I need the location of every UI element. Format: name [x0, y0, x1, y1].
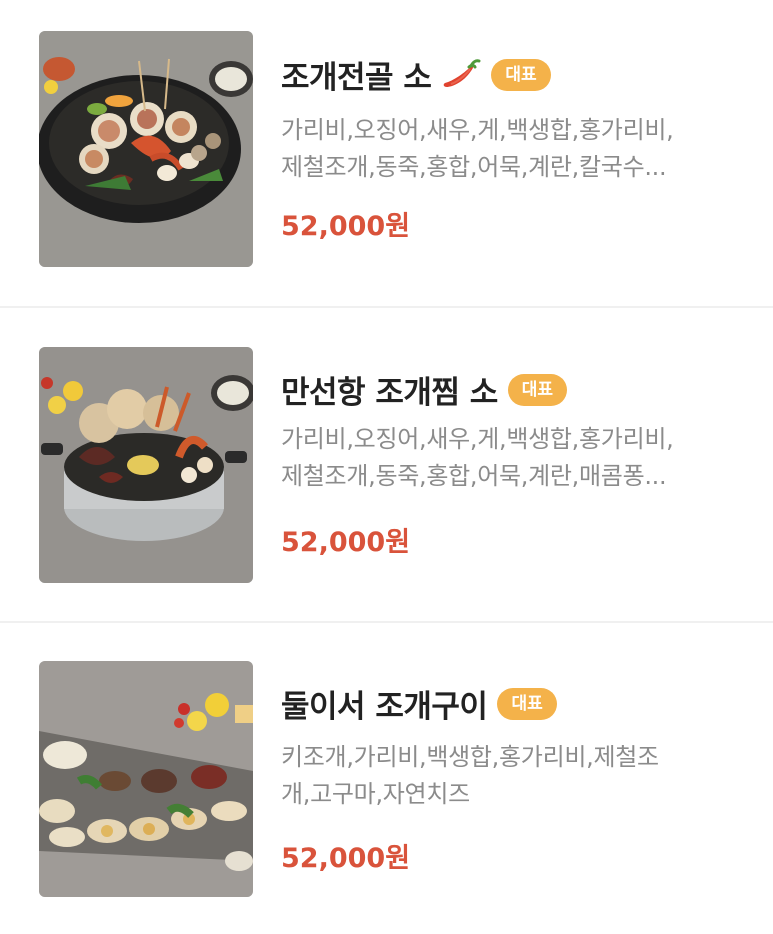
menu-item-price: 52,000원 — [281, 843, 411, 874]
menu-item-title-row: 둘이서 조개구이 대표 — [281, 681, 557, 726]
description-line: 개,고구마,자연치즈 — [281, 780, 470, 808]
menu-item-price: 52,000원 — [281, 211, 411, 242]
menu-item[interactable]: 둘이서 조개구이 대표 키조개,가리비,백생합,홍가리비,제철조 개,고구마,자… — [0, 624, 773, 934]
chili-pepper-icon — [441, 57, 481, 93]
signature-badge: 대표 — [507, 373, 568, 406]
menu-item-title-row: 만선항 조개찜 소 대표 — [281, 367, 568, 412]
menu-item[interactable]: 조개전골 소 대표 가리비,오징어,새우,게,백생합,홍가리비, 제철조개,동죽… — [0, 0, 773, 310]
menu-item-title: 만선항 조개찜 소 — [281, 375, 498, 411]
description-line: 가리비,오징어,새우,게,백생합,홍가리비, — [281, 425, 674, 453]
divider — [0, 621, 773, 623]
menu-list: 조개전골 소 대표 가리비,오징어,새우,게,백생합,홍가리비, 제철조개,동죽… — [0, 0, 773, 934]
menu-item-photo[interactable] — [39, 661, 253, 897]
menu-item[interactable]: 만선항 조개찜 소 대표 가리비,오징어,새우,게,백생합,홍가리비, 제철조개… — [0, 309, 773, 619]
menu-item-photo[interactable] — [39, 347, 253, 583]
menu-item-description: 가리비,오징어,새우,게,백생합,홍가리비, 제철조개,동죽,홍합,어묵,계란,… — [281, 421, 741, 495]
menu-item-title: 둘이서 조개구이 — [281, 689, 488, 725]
description-line: 제철조개,동죽,홍합,어묵,계란,칼국수... — [281, 153, 667, 181]
signature-badge: 대표 — [497, 687, 557, 720]
menu-item-description: 가리비,오징어,새우,게,백생합,홍가리비, 제철조개,동죽,홍합,어묵,계란,… — [281, 112, 741, 186]
description-line: 키조개,가리비,백생합,홍가리비,제철조 — [281, 743, 659, 771]
menu-item-price: 52,000원 — [281, 527, 411, 558]
menu-item-photo[interactable] — [39, 31, 253, 267]
description-line: 제철조개,동죽,홍합,어묵,계란,매콤퐁... — [281, 462, 667, 490]
menu-item-description: 키조개,가리비,백생합,홍가리비,제철조 개,고구마,자연치즈 — [281, 739, 741, 813]
description-line: 가리비,오징어,새우,게,백생합,홍가리비, — [281, 116, 674, 144]
menu-item-title: 조개전골 소 — [281, 60, 432, 96]
signature-badge: 대표 — [491, 58, 551, 91]
menu-item-title-row: 조개전골 소 대표 — [281, 52, 551, 97]
divider — [0, 306, 773, 308]
